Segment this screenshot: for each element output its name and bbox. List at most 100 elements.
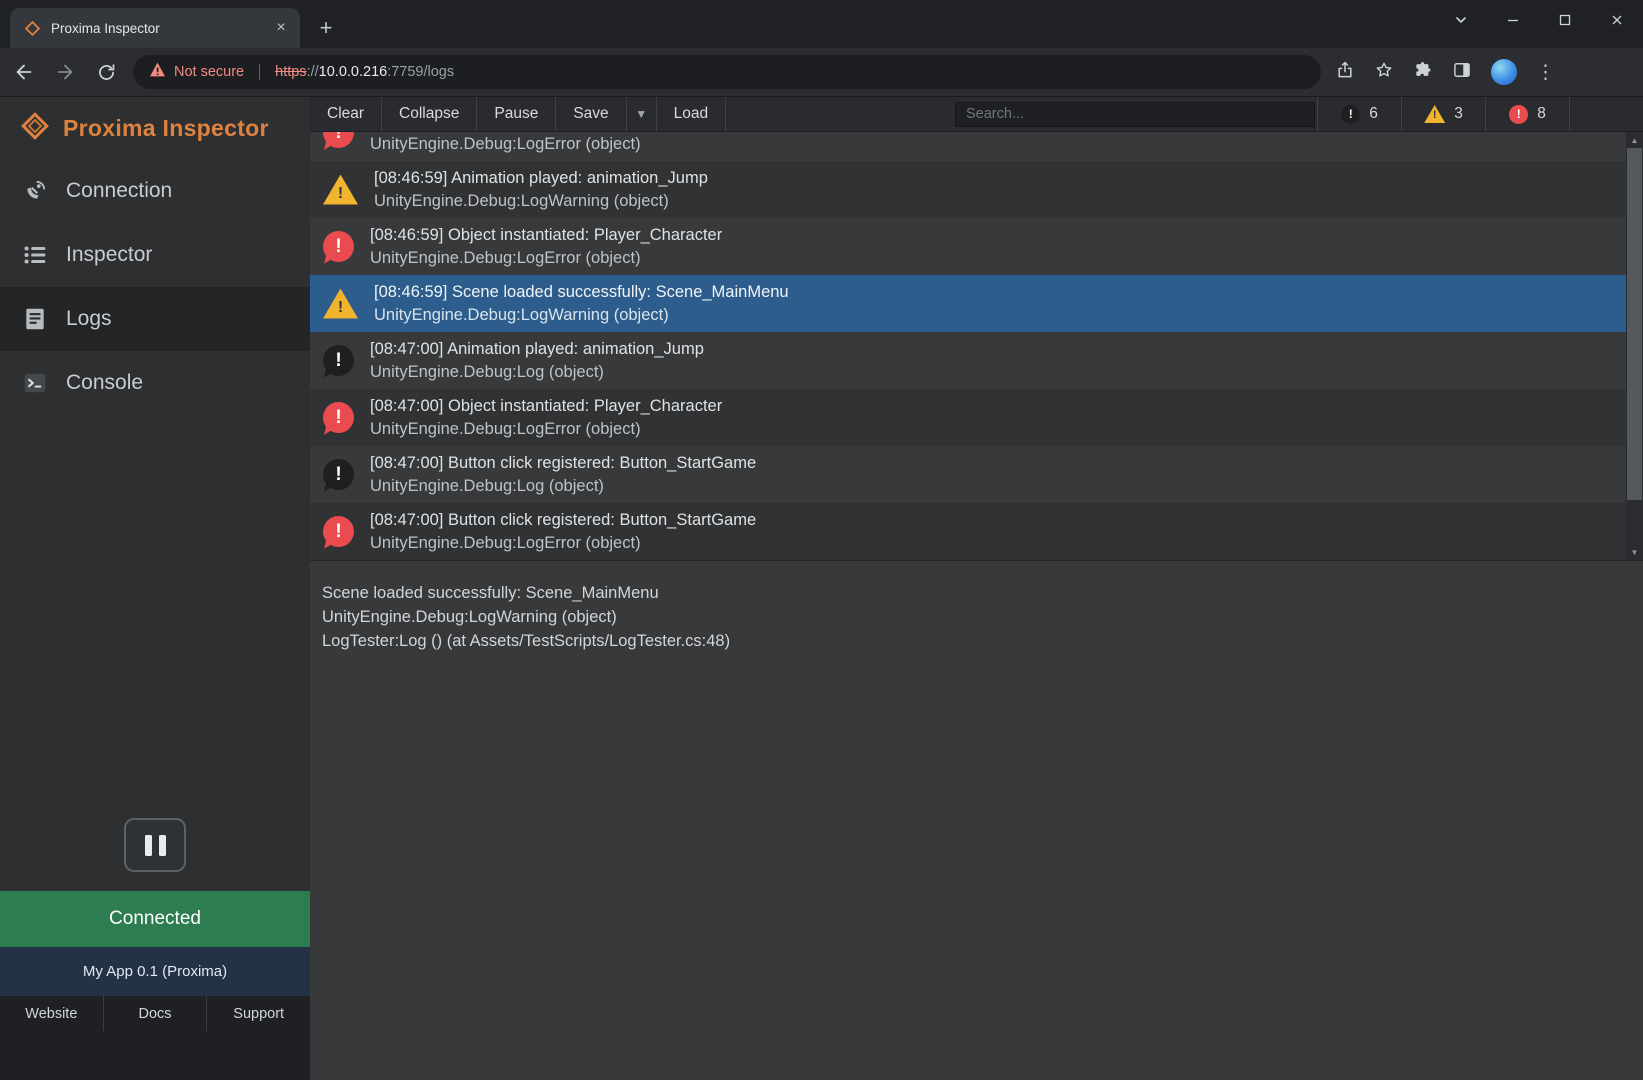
document-icon (22, 306, 48, 332)
app-title: Proxima Inspector (63, 115, 269, 142)
log-message: [08:46:59] Animation played: animation_J… (374, 167, 708, 190)
error-count-toggle[interactable]: 8 (1485, 97, 1569, 131)
log-message: [08:46:59] Scene loaded successfully: Sc… (374, 281, 789, 304)
proxima-favicon-icon (24, 20, 41, 37)
log-row[interactable]: UnityEngine.Debug:LogError (object) (310, 132, 1626, 161)
not-secure-warning-icon[interactable] (149, 62, 166, 82)
proxima-diamond-icon (20, 111, 50, 146)
close-window-icon[interactable] (1591, 0, 1643, 40)
warning-count-value: 3 (1454, 105, 1463, 123)
clear-button[interactable]: Clear (310, 97, 382, 131)
log-row-selected[interactable]: [08:46:59] Scene loaded successfully: Sc… (310, 275, 1626, 332)
log-message: [08:47:00] Button click registered: Butt… (370, 452, 756, 475)
log-source: UnityEngine.Debug:LogError (object) (370, 532, 756, 555)
share-icon[interactable] (1335, 60, 1355, 85)
sidebar-item-label: Console (66, 371, 143, 395)
sidebar-item-inspector[interactable]: Inspector (0, 223, 310, 287)
url-scheme: https (275, 64, 306, 80)
scroll-up-icon[interactable]: ▲ (1626, 132, 1643, 148)
address-bar-actions: ⋮ (1335, 59, 1555, 85)
sidebar-item-label: Inspector (66, 243, 152, 267)
bookmark-star-icon[interactable] (1374, 60, 1394, 85)
log-source: UnityEngine.Debug:LogWarning (object) (374, 304, 789, 327)
extensions-puzzle-icon[interactable] (1413, 60, 1433, 85)
url-omnibox[interactable]: Not secure https://10.0.0.216:7759/logs (133, 55, 1321, 89)
detail-stacktrace: LogTester:Log () (at Assets/TestScripts/… (322, 629, 1643, 653)
url-separator: :// (307, 64, 319, 80)
reload-icon[interactable] (89, 55, 123, 89)
forward-icon[interactable] (48, 55, 82, 89)
sidebar-item-logs[interactable]: Logs (0, 287, 310, 351)
url-text: https://10.0.0.216:7759/logs (275, 64, 454, 80)
maximize-icon[interactable] (1539, 0, 1591, 40)
new-tab-button[interactable]: + (312, 14, 340, 42)
docs-link[interactable]: Docs (103, 996, 207, 1031)
log-message: [08:47:00] Button click registered: Butt… (370, 509, 756, 532)
browser-titlebar: Proxima Inspector × + (0, 0, 1643, 48)
connection-status-badge: Connected (0, 891, 310, 947)
support-link[interactable]: Support (206, 996, 310, 1031)
back-icon[interactable] (7, 55, 41, 89)
browser-address-bar: Not secure https://10.0.0.216:7759/logs … (0, 48, 1643, 97)
save-button[interactable]: Save (556, 97, 626, 131)
search-input[interactable] (955, 102, 1315, 127)
load-button[interactable]: Load (657, 97, 726, 131)
url-host: 10.0.0.216 (319, 64, 388, 80)
log-detail-pane: Scene loaded successfully: Scene_MainMen… (310, 560, 1643, 1080)
log-list: UnityEngine.Debug:LogError (object) [08:… (310, 132, 1626, 560)
terminal-icon (22, 370, 48, 396)
tab-search-chevron-icon[interactable] (1435, 0, 1487, 40)
url-path: :7759/logs (387, 64, 454, 80)
info-icon (1341, 105, 1360, 124)
log-source: UnityEngine.Debug:LogError (object) (370, 247, 722, 270)
browser-menu-icon[interactable]: ⋮ (1536, 61, 1555, 84)
scrollbar-thumb[interactable] (1627, 148, 1642, 500)
log-row[interactable]: [08:46:59] Object instantiated: Player_C… (310, 218, 1626, 275)
window-controls (1435, 0, 1643, 40)
error-icon (323, 402, 354, 433)
log-row[interactable]: [08:47:00] Button click registered: Butt… (310, 446, 1626, 503)
info-count-value: 6 (1369, 105, 1378, 123)
omnibox-divider (259, 64, 260, 80)
error-icon (323, 231, 354, 262)
sidebar: Proxima Inspector Connection Inspector L… (0, 97, 310, 1080)
log-message: [08:47:00] Object instantiated: Player_C… (370, 395, 722, 418)
log-source: UnityEngine.Debug:LogWarning (object) (374, 190, 708, 213)
info-icon (323, 459, 354, 490)
error-icon (323, 516, 354, 547)
log-source: UnityEngine.Debug:LogError (object) (370, 133, 641, 156)
log-row[interactable]: [08:47:00] Animation played: animation_J… (310, 332, 1626, 389)
log-row[interactable]: [08:47:00] Button click registered: Butt… (310, 503, 1626, 560)
warning-count-toggle[interactable]: 3 (1401, 97, 1485, 131)
collapse-button[interactable]: Collapse (382, 97, 477, 131)
connected-app-name: My App 0.1 (Proxima) (0, 947, 310, 996)
pause-logs-button[interactable]: Pause (477, 97, 556, 131)
sidebar-item-connection[interactable]: Connection (0, 159, 310, 223)
log-scrollbar[interactable]: ▲ ▼ (1626, 132, 1643, 560)
website-link[interactable]: Website (0, 996, 103, 1031)
log-source: UnityEngine.Debug:LogError (object) (370, 418, 722, 441)
sidebar-footer: Website Docs Support (0, 996, 310, 1031)
pause-icon (159, 835, 166, 856)
scroll-down-icon[interactable]: ▼ (1626, 544, 1643, 560)
tab-close-icon[interactable]: × (272, 19, 290, 37)
pause-connection-button[interactable] (124, 818, 186, 872)
sidebar-item-label: Logs (66, 307, 112, 331)
tab-title: Proxima Inspector (51, 21, 262, 36)
log-row[interactable]: [08:46:59] Animation played: animation_J… (310, 161, 1626, 218)
list-icon (22, 242, 48, 268)
log-row[interactable]: [08:47:00] Object instantiated: Player_C… (310, 389, 1626, 446)
minimize-icon[interactable] (1487, 0, 1539, 40)
side-panel-icon[interactable] (1452, 60, 1472, 85)
sidebar-item-console[interactable]: Console (0, 351, 310, 415)
browser-tab[interactable]: Proxima Inspector × (10, 8, 300, 48)
pause-icon (145, 835, 152, 856)
sidebar-item-label: Connection (66, 179, 172, 203)
info-count-toggle[interactable]: 6 (1317, 97, 1401, 131)
profile-avatar[interactable] (1491, 59, 1517, 85)
save-dropdown-icon[interactable]: ▼ (627, 97, 657, 131)
warning-icon (1424, 105, 1445, 123)
log-message: [08:47:00] Animation played: animation_J… (370, 338, 704, 361)
error-count-value: 8 (1537, 105, 1546, 123)
app-logo: Proxima Inspector (0, 97, 310, 159)
